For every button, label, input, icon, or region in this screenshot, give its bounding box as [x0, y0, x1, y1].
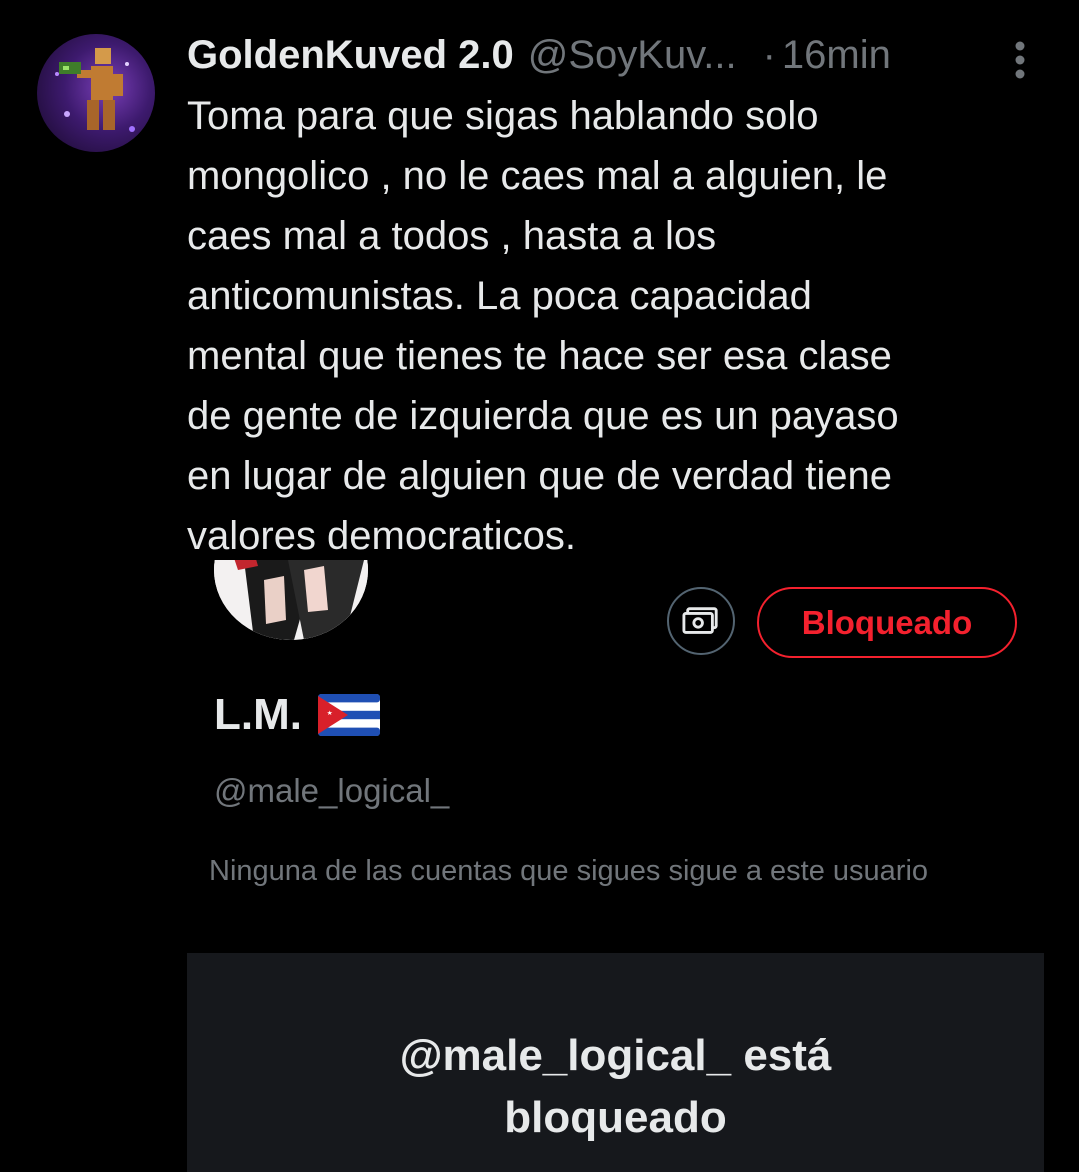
tweet-header: GoldenKuved 2.0 @SoyKuv... · 16min: [187, 28, 987, 82]
follow-info-text: Ninguna de las cuentas que sigues sigue …: [209, 855, 929, 887]
embedded-avatar-art: [214, 560, 368, 640]
header-separator: ·: [762, 32, 776, 77]
more-options-button[interactable]: [1007, 38, 1033, 82]
profile-name-row: L.M.: [214, 690, 380, 740]
author-display-name[interactable]: GoldenKuved 2.0: [187, 33, 514, 78]
profile-handle: @male_logical_: [214, 772, 450, 809]
profile-display-name: L.M.: [214, 690, 302, 739]
author-avatar-image: [55, 48, 135, 132]
blocked-notice-card: @male_logical_ está bloqueado: [187, 953, 1044, 1172]
author-handle[interactable]: @SoyKuv...: [528, 33, 737, 78]
more-vertical-icon: [1015, 41, 1025, 79]
embedded-profile-image[interactable]: Bloqueado L.M. @male_logical_ Ninguna de…: [187, 560, 1044, 1172]
tip-button[interactable]: [667, 587, 735, 655]
tweet-timestamp[interactable]: 16min: [782, 33, 891, 78]
tweet-text: Toma para que sigas hablando solo mongol…: [187, 94, 899, 558]
blocked-button[interactable]: Bloqueado: [757, 587, 1017, 658]
blocked-notice-title: @male_logical_ está bloqueado: [399, 1031, 832, 1142]
author-avatar[interactable]: [37, 34, 155, 152]
tip-money-icon: [682, 607, 718, 634]
cuba-flag-icon: [317, 694, 380, 736]
embedded-profile-avatar: [214, 560, 368, 640]
